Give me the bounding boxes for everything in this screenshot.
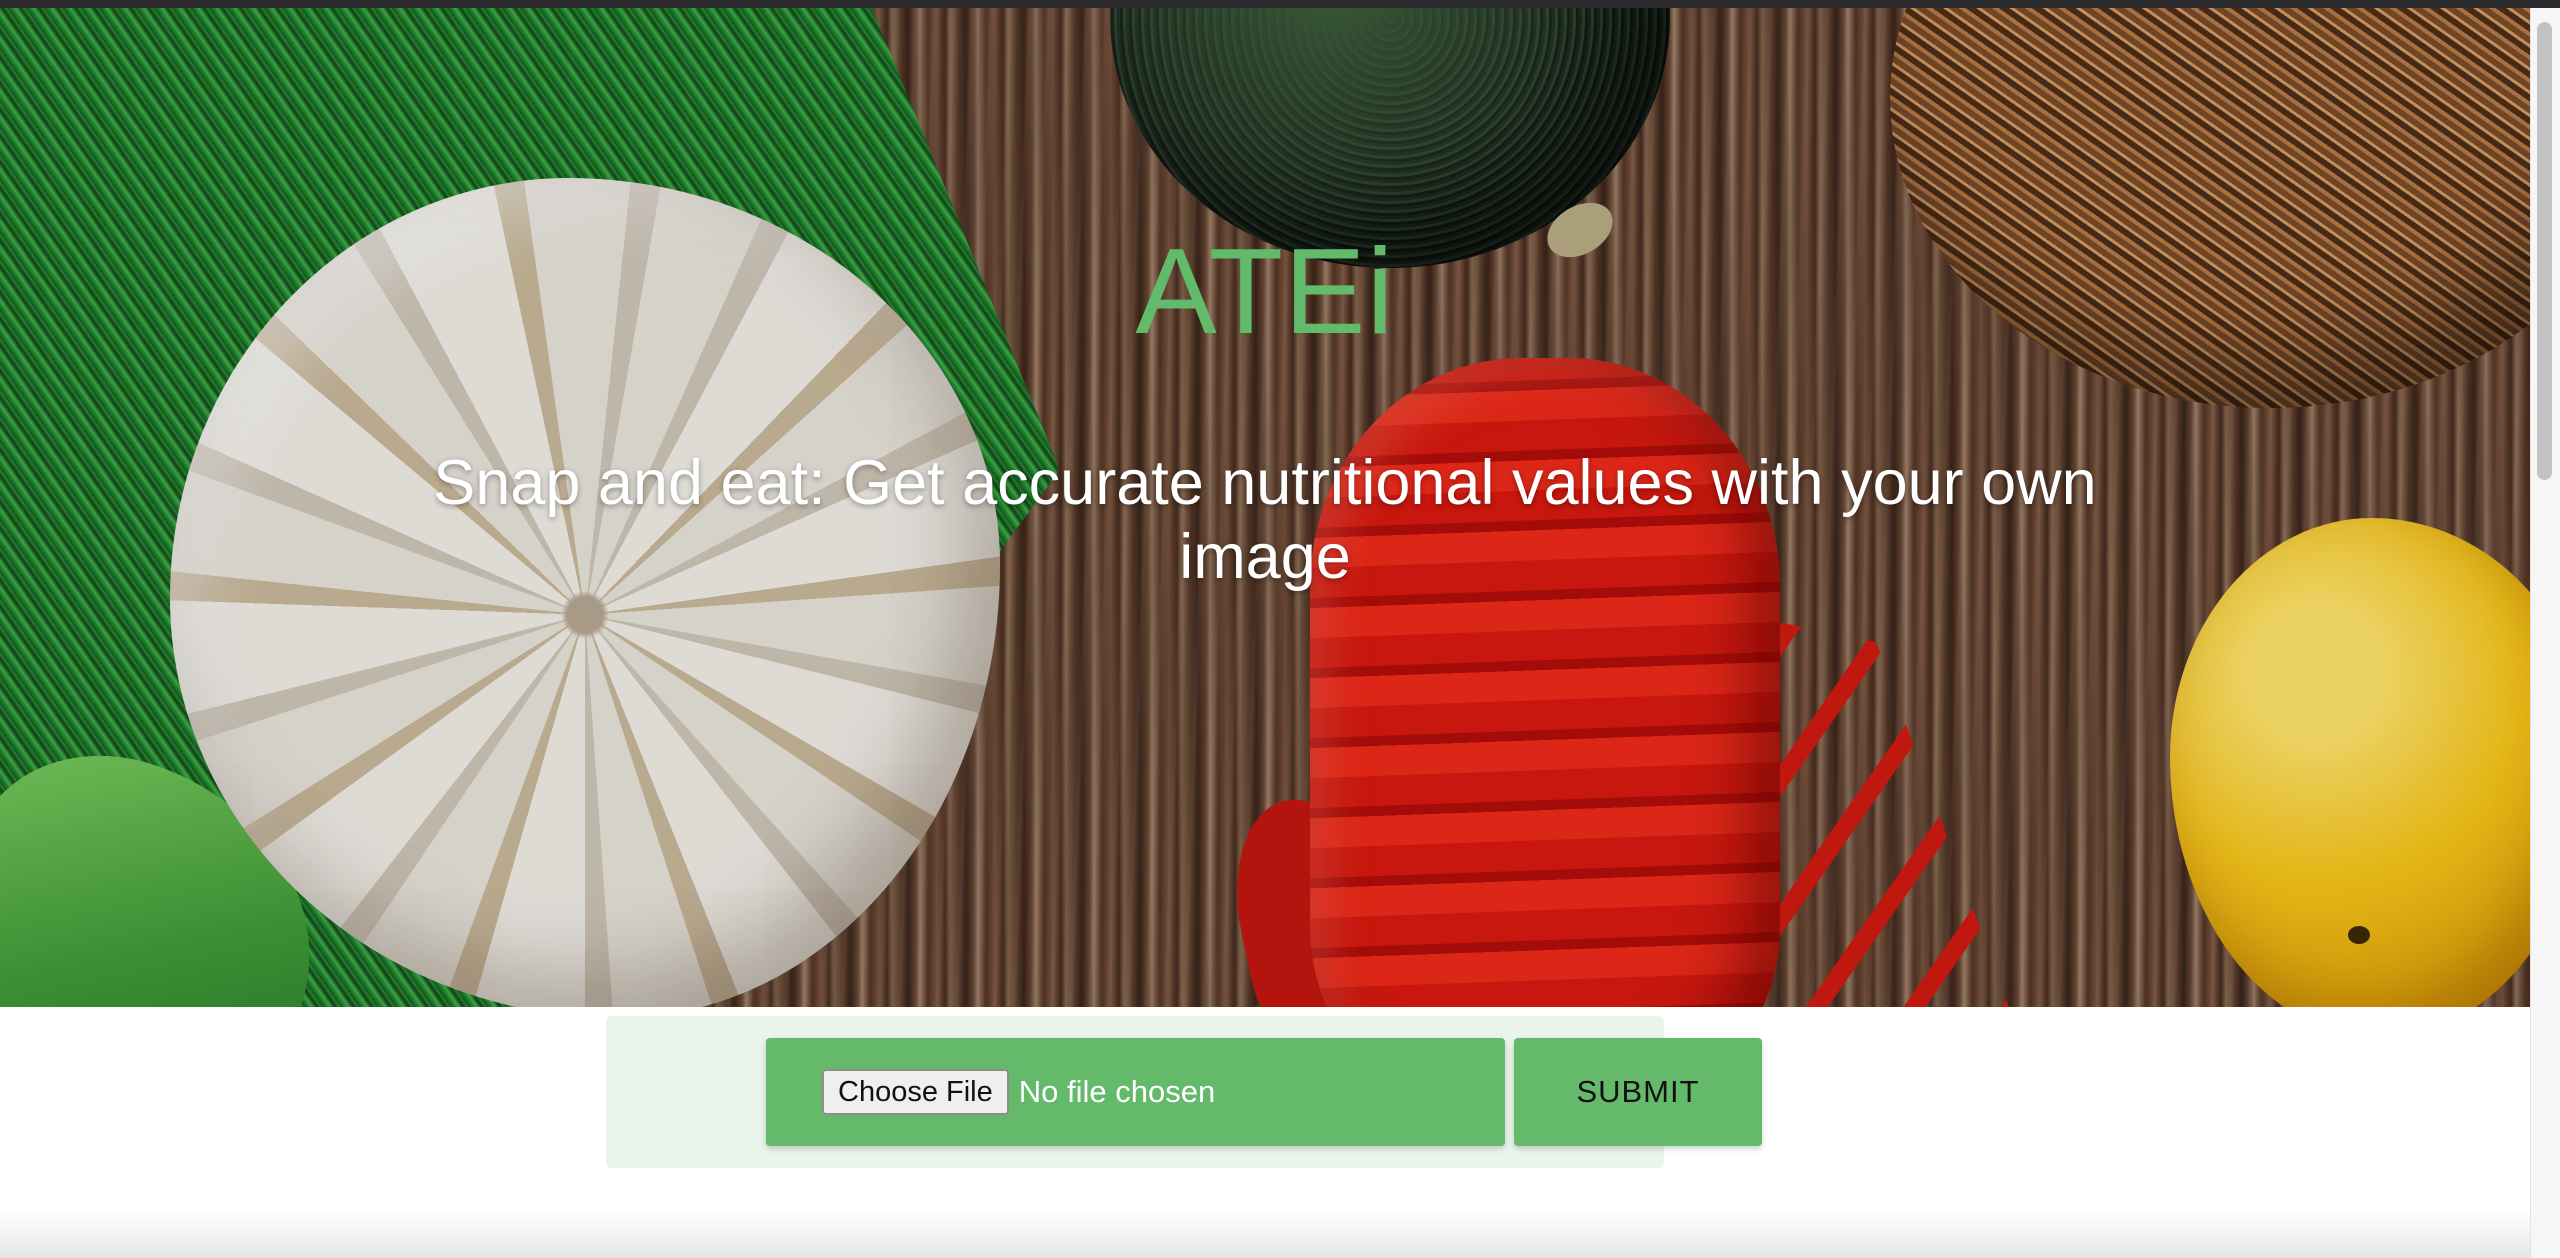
- scrollbar-thumb[interactable]: [2537, 22, 2552, 480]
- browser-top-strip: [0, 0, 2560, 8]
- hero-tagline: Snap and eat: Get accurate nutritional v…: [433, 448, 2097, 592]
- hero-banner: ATEi Snap and eat: Get accurate nutritio…: [0, 8, 2530, 1007]
- file-input-field[interactable]: Choose File No file chosen: [766, 1038, 1505, 1146]
- submit-button[interactable]: SUBMIT: [1514, 1038, 1762, 1146]
- next-section-edge: [0, 1210, 2530, 1258]
- choose-file-button[interactable]: Choose File: [822, 1069, 1009, 1115]
- file-status-text: No file chosen: [1018, 1074, 1216, 1109]
- brand-title: ATEi: [1135, 223, 1395, 359]
